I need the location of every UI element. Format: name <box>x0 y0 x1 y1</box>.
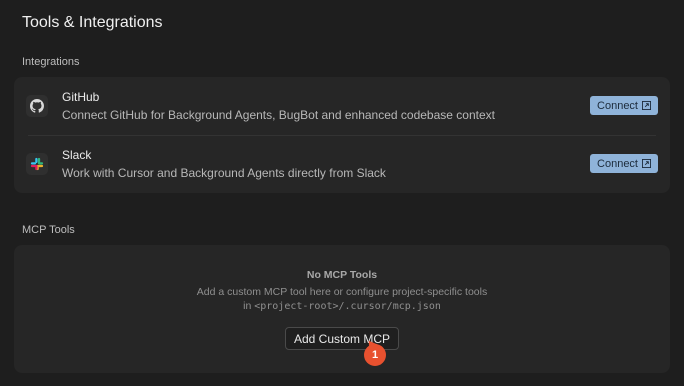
mcp-empty-title: No MCP Tools <box>306 269 378 281</box>
mcp-path-prefix: in <box>243 300 255 312</box>
mcp-config-path: <project-root>/.cursor/mcp.json <box>254 301 441 312</box>
integrations-section-label: Integrations <box>22 56 80 68</box>
connect-button-label: Connect <box>597 157 638 170</box>
integration-name: GitHub <box>62 90 100 104</box>
integration-row-github: GitHub Connect GitHub for Background Age… <box>14 77 670 135</box>
external-link-icon <box>642 159 651 168</box>
mcp-section-label: MCP Tools <box>22 224 75 236</box>
integration-description: Connect GitHub for Background Agents, Bu… <box>62 108 495 122</box>
integrations-card: GitHub Connect GitHub for Background Age… <box>14 77 670 193</box>
connect-slack-button[interactable]: Connect <box>590 154 658 173</box>
page-title: Tools & Integrations <box>22 14 163 31</box>
connect-button-label: Connect <box>597 99 638 112</box>
external-link-icon <box>642 101 651 110</box>
connect-github-button[interactable]: Connect <box>590 96 658 115</box>
mcp-tools-card: No MCP Tools Add a custom MCP tool here … <box>14 245 670 373</box>
mcp-empty-description: Add a custom MCP tool here or configure … <box>196 286 488 298</box>
annotation-marker: 1 <box>364 344 386 366</box>
integration-name: Slack <box>62 148 92 162</box>
slack-icon <box>26 153 48 175</box>
integration-description: Work with Cursor and Background Agents d… <box>62 166 386 180</box>
mcp-config-path-line: in <project-root>/.cursor/mcp.json <box>14 300 670 312</box>
github-icon <box>26 95 48 117</box>
integration-row-slack: Slack Work with Cursor and Background Ag… <box>14 135 670 193</box>
